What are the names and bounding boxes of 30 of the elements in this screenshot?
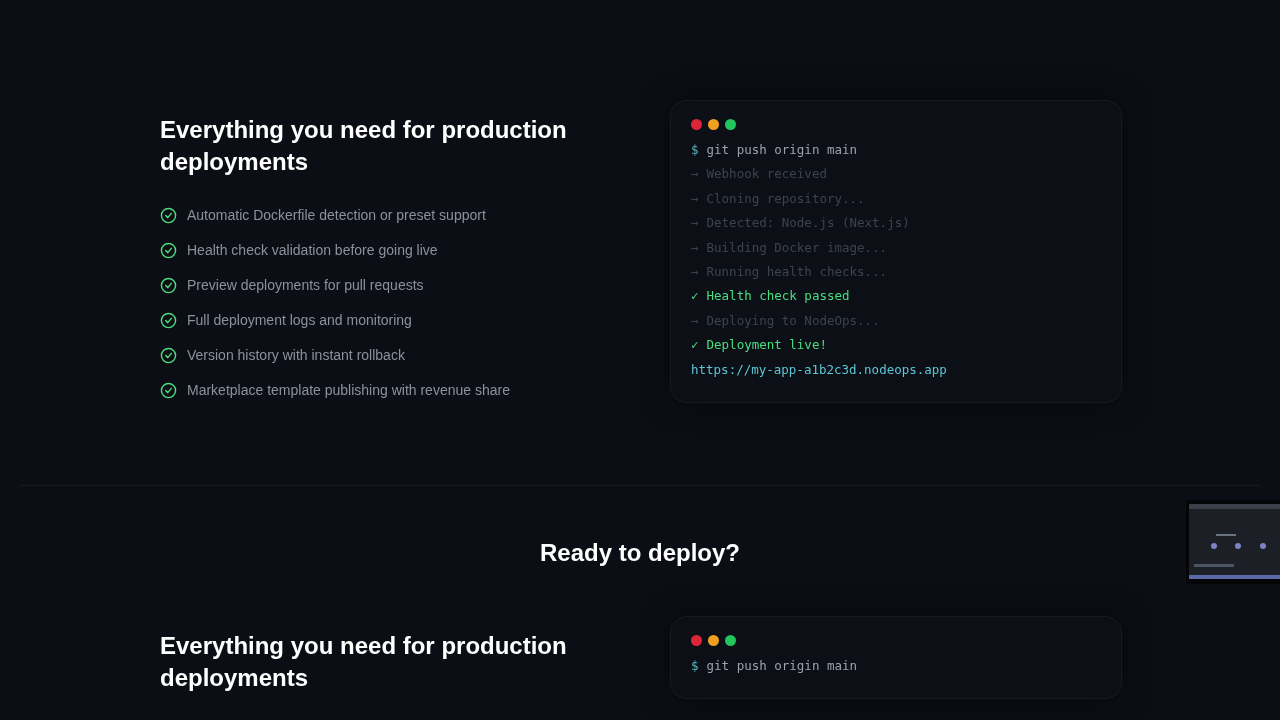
feature-text: Automatic Dockerfile detection or preset support xyxy=(187,206,486,225)
arrow-marker: → xyxy=(691,238,699,257)
check-circle-icon xyxy=(160,347,177,364)
arrow-marker: → xyxy=(691,311,699,330)
check-circle-icon xyxy=(160,382,177,399)
feature-text: Marketplace template publishing with revenue share xyxy=(187,381,510,400)
check-circle-icon xyxy=(160,242,177,259)
terminal-command: git push origin main xyxy=(706,657,858,676)
arrow-marker: → xyxy=(691,189,699,208)
deployment-url[interactable]: https://my-app-a1b2c3d.nodeops.app xyxy=(691,361,947,377)
check-circle-icon xyxy=(160,312,177,329)
terminal-success: Deployment live! xyxy=(706,336,827,355)
section-heading: Everything you need for production deployments xyxy=(160,631,568,694)
arrow-marker: → xyxy=(691,214,699,233)
check-marker: ✓ xyxy=(691,336,699,355)
prompt-symbol: $ xyxy=(691,141,699,159)
arrow-marker: → xyxy=(691,263,699,282)
check-circle-icon xyxy=(160,277,177,294)
feature-text: Preview deployments for pull requests xyxy=(187,276,424,295)
section-heading: Everything you need for production deployments xyxy=(160,115,568,177)
cta-heading: Ready to deploy? xyxy=(540,538,740,567)
arrow-marker: → xyxy=(691,165,699,184)
feature-text: Health check validation before going live xyxy=(187,241,438,260)
terminal-command: git push origin main xyxy=(706,141,858,159)
check-marker: ✓ xyxy=(691,287,699,306)
prompt-symbol: $ xyxy=(691,657,699,676)
check-circle-icon xyxy=(160,207,177,224)
feature-text: Version history with instant rollback xyxy=(187,346,405,365)
terminal-success: Health check passed xyxy=(706,287,850,306)
feature-text: Full deployment logs and monitoring xyxy=(187,311,412,330)
